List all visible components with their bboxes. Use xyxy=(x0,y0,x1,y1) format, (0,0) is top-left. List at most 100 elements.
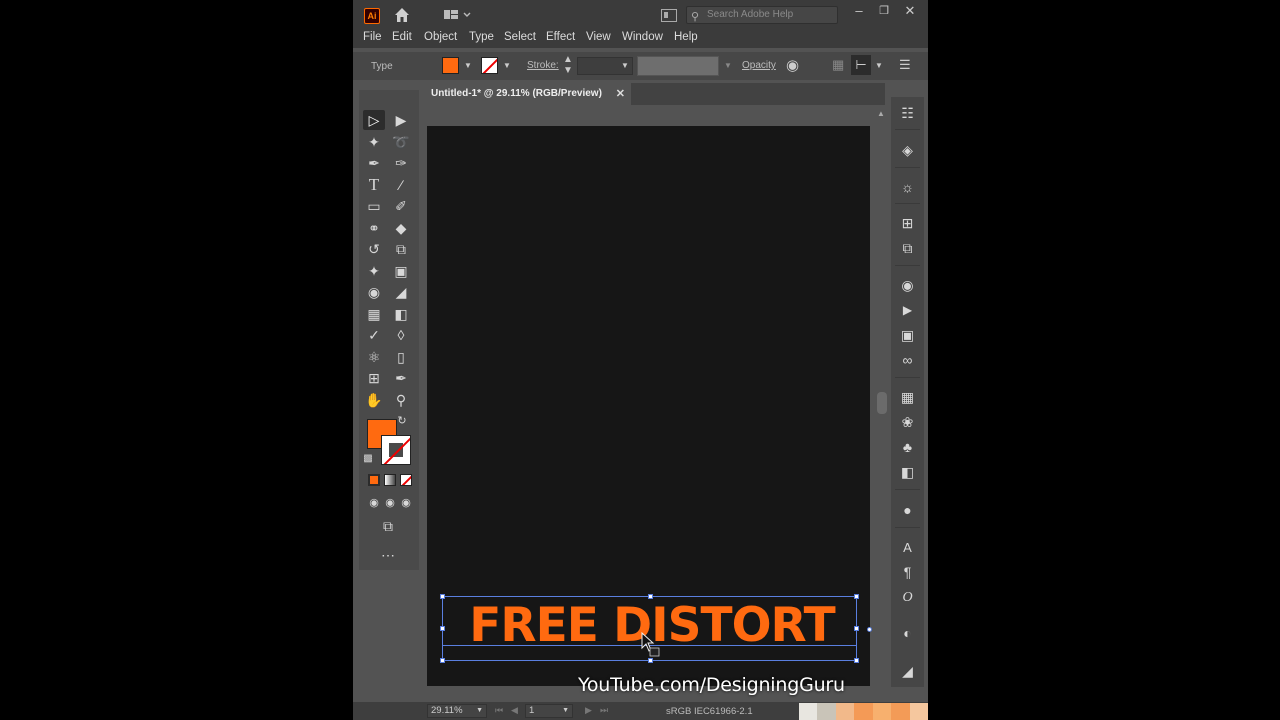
handle-bottom-left[interactable] xyxy=(440,658,445,663)
draw-inside-icon[interactable]: ◉ xyxy=(395,493,417,513)
symbols-icon[interactable]: ♣ xyxy=(899,439,916,456)
magic-wand-tool-icon[interactable]: ✦ xyxy=(363,132,385,152)
align-icon[interactable]: ⊢ xyxy=(851,55,871,75)
gradient-icon[interactable]: ◧ xyxy=(899,464,916,481)
menu-select[interactable]: Select xyxy=(504,31,536,43)
color-mode-icon[interactable] xyxy=(368,474,380,486)
fill-dropdown-icon[interactable]: ▼ xyxy=(464,61,472,70)
gradient-mode-icon[interactable] xyxy=(384,474,396,486)
slice-tool-icon[interactable]: ✒ xyxy=(390,368,412,388)
brushes-icon[interactable]: ❀ xyxy=(899,414,916,431)
first-artboard-icon[interactable]: ⏮ xyxy=(495,705,503,716)
menu-edit[interactable]: Edit xyxy=(392,31,412,43)
menu-view[interactable]: View xyxy=(586,31,611,43)
width-tool-icon[interactable]: ✦ xyxy=(363,261,385,281)
edit-toolbar-icon[interactable]: ⋯ xyxy=(377,545,399,565)
column-graph-tool-icon[interactable]: ▯ xyxy=(390,347,412,367)
scale-tool-icon[interactable]: ⧉ xyxy=(390,239,412,259)
appearance-icon[interactable]: ☼ xyxy=(899,179,916,196)
menu-effect[interactable]: Effect xyxy=(546,31,575,43)
direct-selection-tool-icon[interactable]: ▶ xyxy=(390,110,412,130)
character-icon[interactable]: A xyxy=(899,539,916,556)
artboard-tool-icon[interactable]: ⊞ xyxy=(363,368,385,388)
last-artboard-icon[interactable]: ⏭ xyxy=(600,705,608,716)
properties-icon[interactable]: ☷ xyxy=(899,105,916,122)
recolor-icon[interactable]: ◉ xyxy=(786,56,799,74)
gradient-tool-icon[interactable]: ◧ xyxy=(390,304,412,324)
scroll-up-icon[interactable]: ▲ xyxy=(877,109,885,118)
menu-file[interactable]: File xyxy=(363,31,382,43)
close-tab-icon[interactable]: ✕ xyxy=(616,83,625,105)
selection-tool-icon[interactable]: ▷ xyxy=(363,110,385,130)
search-help-input[interactable]: ⚲ Search Adobe Help xyxy=(686,6,838,24)
eraser-tool-icon[interactable]: ◆ xyxy=(390,218,412,238)
color-guide-icon[interactable]: ◉ xyxy=(899,277,916,294)
zoom-tool-icon[interactable]: ⚲ xyxy=(390,390,412,410)
stroke-dropdown-icon[interactable]: ▼ xyxy=(503,61,511,70)
text-threading-port[interactable] xyxy=(867,627,872,632)
restore-icon[interactable]: ❐ xyxy=(874,2,894,20)
stroke-color-box[interactable] xyxy=(381,435,411,465)
fill-swatch[interactable] xyxy=(442,57,459,74)
next-artboard-icon[interactable]: ▶ xyxy=(585,705,592,716)
type-tool-icon[interactable]: T xyxy=(363,175,385,195)
hand-tool-icon[interactable]: ✋ xyxy=(363,390,385,410)
eyedropper-tool-icon[interactable]: ✓ xyxy=(363,325,385,345)
shape-builder-tool-icon[interactable]: ◉ xyxy=(363,282,385,302)
workspace-switcher-icon[interactable] xyxy=(443,8,471,22)
vertical-scrollbar[interactable]: ▲ xyxy=(875,105,889,700)
actions-icon[interactable]: ▶ xyxy=(899,302,916,319)
zoom-level-field[interactable]: 29.11% ▼ xyxy=(427,704,487,718)
stroke-panel-icon[interactable]: ◢ xyxy=(899,663,916,680)
screen-mode-icon[interactable]: ⧉ xyxy=(377,516,399,536)
pathfinder-icon[interactable]: ⧉ xyxy=(899,240,916,257)
document-tab[interactable]: Untitled-1* @ 29.11% (RGB/Preview) ✕ xyxy=(425,83,631,105)
handle-middle-left[interactable] xyxy=(440,626,445,631)
transparency-icon[interactable]: ● xyxy=(899,502,916,519)
paintbrush-tool-icon[interactable]: ✐ xyxy=(390,196,412,216)
zoom-dropdown-icon[interactable]: ▼ xyxy=(476,705,483,717)
curvature-tool-icon[interactable]: ✑ xyxy=(390,153,412,173)
transform-icon[interactable]: ▦ xyxy=(832,57,844,73)
stroke-weight-stepper-icon[interactable]: ▲ ▼ xyxy=(563,54,573,76)
default-colors-icon[interactable]: ▩ xyxy=(361,452,375,466)
paragraph-icon[interactable]: ¶ xyxy=(899,564,916,581)
perspective-grid-tool-icon[interactable]: ◢ xyxy=(390,282,412,302)
opentype-icon[interactable]: O xyxy=(899,589,916,606)
pen-tool-icon[interactable]: ✒ xyxy=(363,153,385,173)
line-segment-tool-icon[interactable]: ∕ xyxy=(390,175,412,195)
stroke-label[interactable]: Stroke: xyxy=(527,60,559,71)
arrange-documents-icon[interactable] xyxy=(661,9,677,22)
rotate-tool-icon[interactable]: ↺ xyxy=(363,239,385,259)
graphic-styles-icon[interactable]: ◐ xyxy=(899,625,916,642)
menu-window[interactable]: Window xyxy=(622,31,663,43)
layers-icon[interactable]: ◈ xyxy=(899,142,916,159)
links-icon[interactable]: ∞ xyxy=(899,352,916,369)
rectangle-tool-icon[interactable]: ▭ xyxy=(363,196,385,216)
control-menu-icon[interactable]: ☰ xyxy=(899,57,911,73)
swatches-icon[interactable]: ⊞ xyxy=(899,215,916,232)
lasso-tool-icon[interactable]: ➰ xyxy=(390,132,412,152)
handle-top-left[interactable] xyxy=(440,594,445,599)
opacity-label[interactable]: Opacity xyxy=(742,60,776,71)
swap-colors-icon[interactable]: ↻ xyxy=(395,414,409,428)
shaper-tool-icon[interactable]: ⚭ xyxy=(363,218,385,238)
profile-dropdown-icon[interactable]: ▼ xyxy=(724,61,732,70)
close-icon[interactable]: ✕ xyxy=(900,2,920,20)
scrollbar-thumb[interactable] xyxy=(877,392,887,414)
minimize-icon[interactable]: – xyxy=(849,2,869,20)
handle-middle-right[interactable] xyxy=(854,626,859,631)
stroke-weight-dropdown-icon[interactable]: ▼ xyxy=(621,61,629,70)
artboard-dropdown-icon[interactable]: ▼ xyxy=(562,705,569,717)
stroke-swatch[interactable] xyxy=(481,57,498,74)
previous-artboard-icon[interactable]: ◀ xyxy=(511,705,518,716)
mesh-tool-icon[interactable]: ▦ xyxy=(363,304,385,324)
menu-type[interactable]: Type xyxy=(469,31,494,43)
menu-object[interactable]: Object xyxy=(424,31,457,43)
handle-bottom-right[interactable] xyxy=(854,658,859,663)
artboard-number-field[interactable]: 1 ▼ xyxy=(525,704,573,718)
free-transform-tool-icon[interactable]: ▣ xyxy=(390,261,412,281)
image-trace-icon[interactable]: ▦ xyxy=(899,389,916,406)
home-icon[interactable] xyxy=(393,6,411,24)
document-info-icon[interactable]: ▣ xyxy=(899,327,916,344)
